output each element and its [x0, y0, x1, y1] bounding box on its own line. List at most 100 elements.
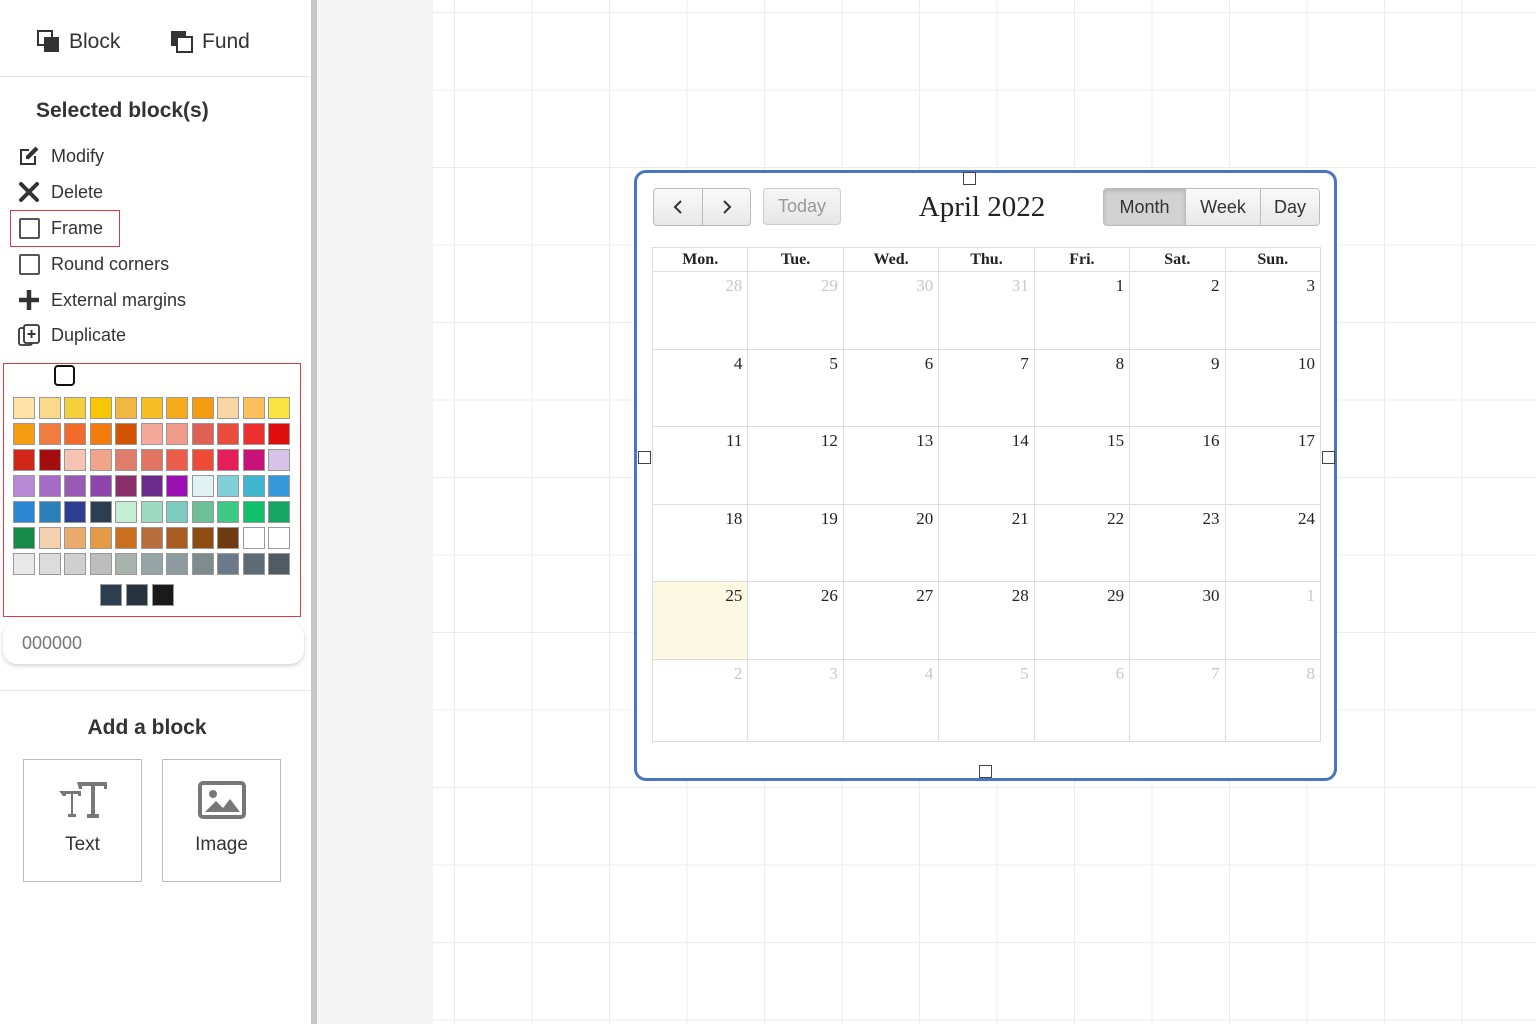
- color-swatch[interactable]: [64, 527, 86, 549]
- color-swatch[interactable]: [268, 527, 290, 549]
- day-cell[interactable]: 7: [938, 348, 1035, 427]
- today-button[interactable]: Today: [763, 188, 841, 225]
- frame-checkbox-box[interactable]: [18, 217, 40, 239]
- day-cell[interactable]: 8: [1033, 348, 1131, 427]
- color-swatch[interactable]: [152, 584, 174, 606]
- color-swatch[interactable]: [115, 501, 137, 523]
- color-swatch[interactable]: [13, 475, 35, 497]
- color-swatch[interactable]: [140, 527, 163, 549]
- color-swatch[interactable]: [166, 501, 188, 523]
- add-text-block-button[interactable]: Text: [23, 759, 142, 882]
- day-cell[interactable]: 25: [651, 581, 749, 660]
- day-cell[interactable]: 14: [938, 426, 1035, 505]
- resize-handle-top[interactable]: [963, 172, 976, 185]
- color-swatch[interactable]: [13, 449, 35, 471]
- day-cell[interactable]: 5: [747, 348, 844, 427]
- color-swatch[interactable]: [268, 397, 290, 419]
- tab-fund[interactable]: Fund: [170, 30, 250, 54]
- day-cell[interactable]: 7: [1129, 658, 1226, 742]
- round-corners-checkbox[interactable]: Round corners: [16, 251, 169, 277]
- color-swatch[interactable]: [115, 475, 137, 497]
- day-cell[interactable]: 6: [1033, 658, 1131, 742]
- day-cell[interactable]: 18: [651, 503, 749, 582]
- day-cell[interactable]: 4: [651, 348, 749, 427]
- color-swatch[interactable]: [166, 553, 188, 575]
- color-swatch[interactable]: [140, 449, 163, 471]
- day-cell[interactable]: 2: [651, 658, 749, 742]
- day-cell[interactable]: 1: [1033, 271, 1131, 350]
- day-cell[interactable]: 13: [842, 426, 940, 505]
- color-swatch[interactable]: [268, 501, 290, 523]
- day-cell[interactable]: 28: [938, 581, 1035, 660]
- color-swatch[interactable]: [191, 475, 214, 497]
- prev-month-button[interactable]: [654, 189, 702, 225]
- color-swatch[interactable]: [242, 553, 265, 575]
- day-cell[interactable]: 20: [842, 503, 940, 582]
- color-swatch[interactable]: [89, 475, 112, 497]
- day-cell[interactable]: 28: [651, 271, 749, 350]
- color-swatch[interactable]: [191, 527, 214, 549]
- day-cell[interactable]: 23: [1129, 503, 1226, 582]
- color-swatch[interactable]: [217, 397, 239, 419]
- day-cell[interactable]: 30: [1129, 581, 1226, 660]
- resize-handle-bottom[interactable]: [979, 765, 992, 778]
- color-swatch[interactable]: [64, 423, 86, 445]
- color-swatch[interactable]: [140, 475, 163, 497]
- next-month-button[interactable]: [702, 189, 750, 225]
- color-swatch[interactable]: [242, 475, 265, 497]
- day-cell[interactable]: 6: [842, 348, 940, 427]
- color-swatch[interactable]: [268, 475, 290, 497]
- color-swatch[interactable]: [89, 423, 112, 445]
- hex-color-input[interactable]: [3, 622, 304, 664]
- color-swatch[interactable]: [217, 553, 239, 575]
- month-view-button[interactable]: Month: [1104, 189, 1185, 225]
- color-swatch[interactable]: [140, 501, 163, 523]
- color-swatch[interactable]: [38, 449, 61, 471]
- color-swatch[interactable]: [115, 449, 137, 471]
- color-swatch[interactable]: [191, 501, 214, 523]
- day-cell[interactable]: 16: [1129, 426, 1226, 505]
- color-swatch[interactable]: [64, 553, 86, 575]
- color-swatch[interactable]: [191, 423, 214, 445]
- color-swatch[interactable]: [268, 553, 290, 575]
- day-cell[interactable]: 24: [1224, 503, 1322, 582]
- modify-button[interactable]: Modify: [16, 143, 104, 169]
- color-swatch[interactable]: [166, 449, 188, 471]
- day-cell[interactable]: 29: [1033, 581, 1131, 660]
- color-swatch[interactable]: [242, 397, 265, 419]
- color-swatch[interactable]: [217, 527, 239, 549]
- color-swatch[interactable]: [126, 584, 148, 606]
- resize-handle-right[interactable]: [1322, 451, 1335, 464]
- day-cell[interactable]: 17: [1224, 426, 1322, 505]
- color-swatch[interactable]: [115, 553, 137, 575]
- day-cell[interactable]: 3: [747, 658, 844, 742]
- color-swatch[interactable]: [217, 475, 239, 497]
- color-swatch[interactable]: [217, 449, 239, 471]
- day-cell[interactable]: 15: [1033, 426, 1131, 505]
- add-image-block-button[interactable]: Image: [162, 759, 281, 882]
- color-swatch[interactable]: [13, 527, 35, 549]
- color-swatch[interactable]: [242, 527, 265, 549]
- day-cell[interactable]: 11: [651, 426, 749, 505]
- day-cell[interactable]: 4: [842, 658, 940, 742]
- day-cell[interactable]: 27: [842, 581, 940, 660]
- frame-checkbox[interactable]: Frame: [16, 215, 103, 241]
- color-swatch[interactable]: [13, 423, 35, 445]
- day-cell[interactable]: 8: [1224, 658, 1322, 742]
- color-swatch[interactable]: [64, 397, 86, 419]
- day-view-button[interactable]: Day: [1260, 189, 1319, 225]
- no-color-swatch[interactable]: [54, 365, 75, 386]
- color-swatch[interactable]: [140, 397, 163, 419]
- round-corners-checkbox-box[interactable]: [18, 253, 40, 275]
- color-swatch[interactable]: [217, 501, 239, 523]
- day-cell[interactable]: 31: [938, 271, 1035, 350]
- resize-handle-left[interactable]: [638, 451, 651, 464]
- color-swatch[interactable]: [64, 475, 86, 497]
- tab-block[interactable]: Block: [37, 30, 120, 54]
- color-swatch[interactable]: [38, 553, 61, 575]
- color-swatch[interactable]: [166, 423, 188, 445]
- color-swatch[interactable]: [140, 553, 163, 575]
- color-swatch[interactable]: [115, 397, 137, 419]
- color-swatch[interactable]: [89, 449, 112, 471]
- color-swatch[interactable]: [268, 423, 290, 445]
